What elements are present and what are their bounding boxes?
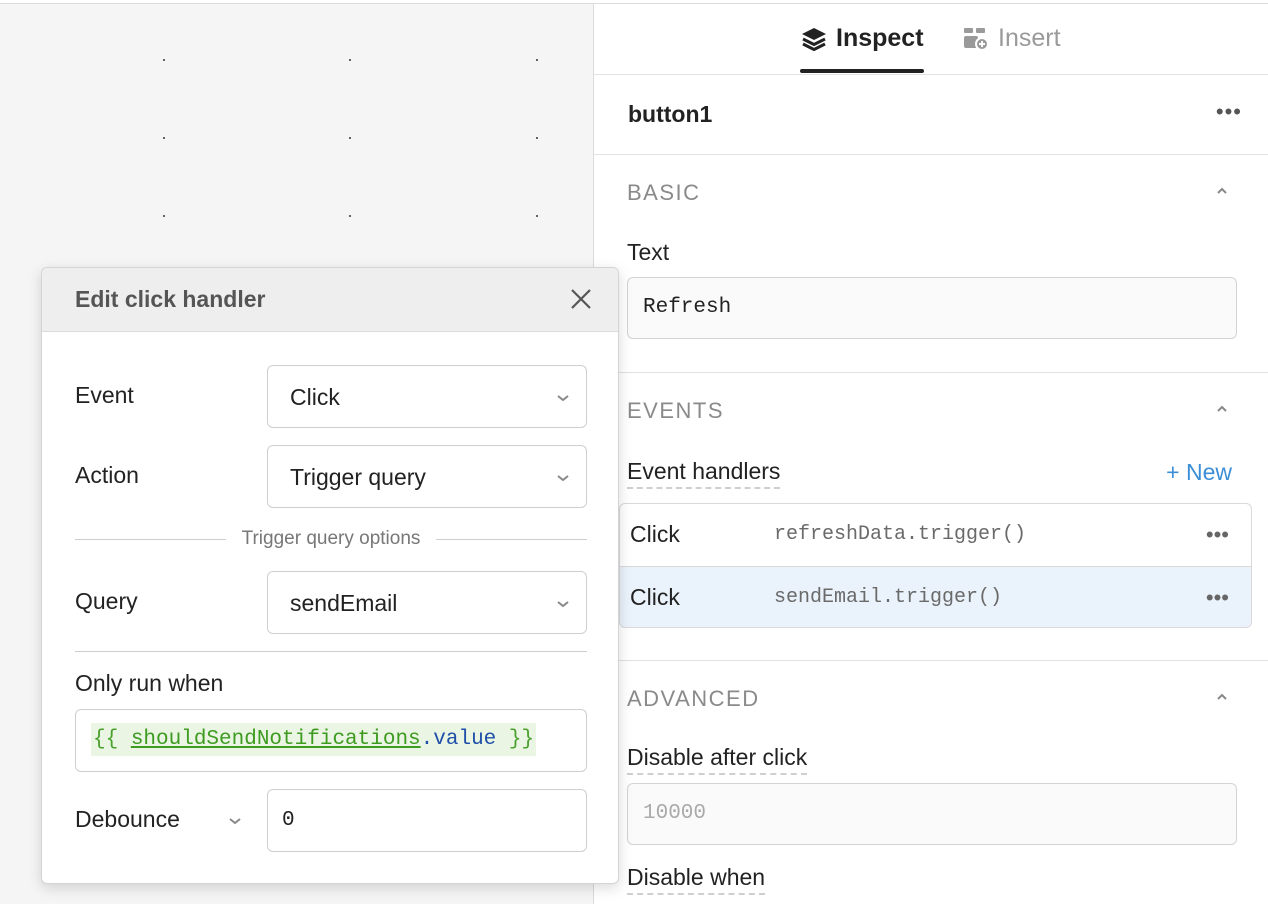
insert-component-icon	[962, 26, 990, 52]
debounce-input[interactable]: 0	[267, 789, 587, 852]
section-title: EVENTS	[627, 398, 725, 423]
grid-dot	[536, 59, 538, 61]
only-run-when-label: Only run when	[75, 670, 224, 696]
action-label: Action	[75, 462, 139, 488]
handler-event: Click	[630, 521, 680, 547]
handler-code: sendEmail.trigger()	[774, 586, 1003, 609]
grid-dot	[163, 215, 165, 217]
close-icon[interactable]	[568, 286, 594, 312]
edit-click-handler-modal: Edit click handler Event Click Action Tr…	[41, 267, 619, 884]
grid-dot	[163, 137, 165, 139]
handler-event: Click	[630, 584, 680, 610]
event-select[interactable]: Click	[267, 365, 587, 428]
event-handler-row[interactable]: Click sendEmail.trigger() •••	[620, 566, 1251, 627]
query-select[interactable]: sendEmail	[267, 571, 587, 634]
code-variable: shouldSendNotifications	[130, 728, 421, 751]
modal-title: Edit click handler	[75, 286, 266, 312]
tab-insert[interactable]: Insert	[962, 24, 1061, 53]
handler-menu-icon[interactable]: •••	[1206, 522, 1229, 548]
event-handlers-label: Event handlers	[627, 458, 781, 489]
inspector-panel: Inspect Insert button1 ••• BASIC Text Re…	[593, 4, 1268, 904]
panel-tabs: Inspect Insert	[594, 4, 1268, 75]
chevron-down-icon[interactable]	[228, 816, 242, 826]
text-field-label: Text	[627, 239, 670, 265]
debounce-label[interactable]: Debounce	[75, 806, 180, 833]
disable-after-click-label: Disable after click	[627, 744, 808, 775]
layers-icon	[800, 26, 828, 52]
section-title: ADVANCED	[627, 686, 760, 711]
new-handler-button[interactable]: + New	[1166, 459, 1232, 486]
modal-header: Edit click handler	[42, 268, 618, 332]
collapse-caret-icon[interactable]	[1216, 403, 1228, 415]
grid-dot	[349, 215, 351, 217]
grid-dot	[349, 137, 351, 139]
event-handler-row[interactable]: Click refreshData.trigger() •••	[620, 504, 1251, 566]
grid-dot	[163, 59, 165, 61]
grid-dot	[536, 137, 538, 139]
disable-when-label: Disable when	[627, 864, 766, 895]
chevron-down-icon	[557, 601, 569, 608]
code-property: .value	[420, 728, 497, 751]
grid-dot	[349, 59, 351, 61]
event-select-value: Click	[290, 384, 340, 410]
query-select-value: sendEmail	[290, 590, 398, 616]
component-name: button1	[628, 101, 713, 127]
disable-after-click-input[interactable]: 10000	[627, 783, 1237, 845]
collapse-caret-icon[interactable]	[1216, 691, 1228, 703]
tab-inspect[interactable]: Inspect	[800, 24, 924, 73]
handler-code: refreshData.trigger()	[774, 523, 1027, 546]
component-header: button1 •••	[594, 75, 1268, 155]
component-menu-icon[interactable]: •••	[1216, 101, 1242, 123]
query-label: Query	[75, 588, 138, 614]
event-label: Event	[75, 382, 134, 408]
text-input[interactable]: Refresh	[627, 277, 1237, 339]
chevron-down-icon	[557, 475, 569, 482]
options-divider: Trigger query options	[75, 527, 587, 551]
action-select[interactable]: Trigger query	[267, 445, 587, 508]
tab-insert-label: Insert	[998, 24, 1061, 52]
chevron-down-icon	[557, 395, 569, 402]
tab-inspect-label: Inspect	[836, 24, 924, 52]
section-basic: BASIC Text Refresh	[594, 155, 1268, 373]
grid-dot	[536, 215, 538, 217]
code-expression: {{ shouldSendNotifications.value }}	[91, 723, 537, 756]
collapse-caret-icon[interactable]	[1216, 185, 1228, 197]
action-select-value: Trigger query	[290, 464, 426, 490]
section-title: BASIC	[627, 180, 701, 205]
divider	[75, 651, 587, 652]
options-divider-label: Trigger query options	[241, 528, 421, 549]
section-advanced: ADVANCED Disable after click 10000 Disab…	[594, 661, 1268, 904]
event-handler-list: Click refreshData.trigger() ••• Click se…	[619, 503, 1252, 628]
only-run-when-input[interactable]: {{ shouldSendNotifications.value }}	[75, 709, 587, 772]
handler-menu-icon[interactable]: •••	[1206, 585, 1229, 611]
section-events: EVENTS Event handlers + New Click refres…	[594, 373, 1268, 661]
